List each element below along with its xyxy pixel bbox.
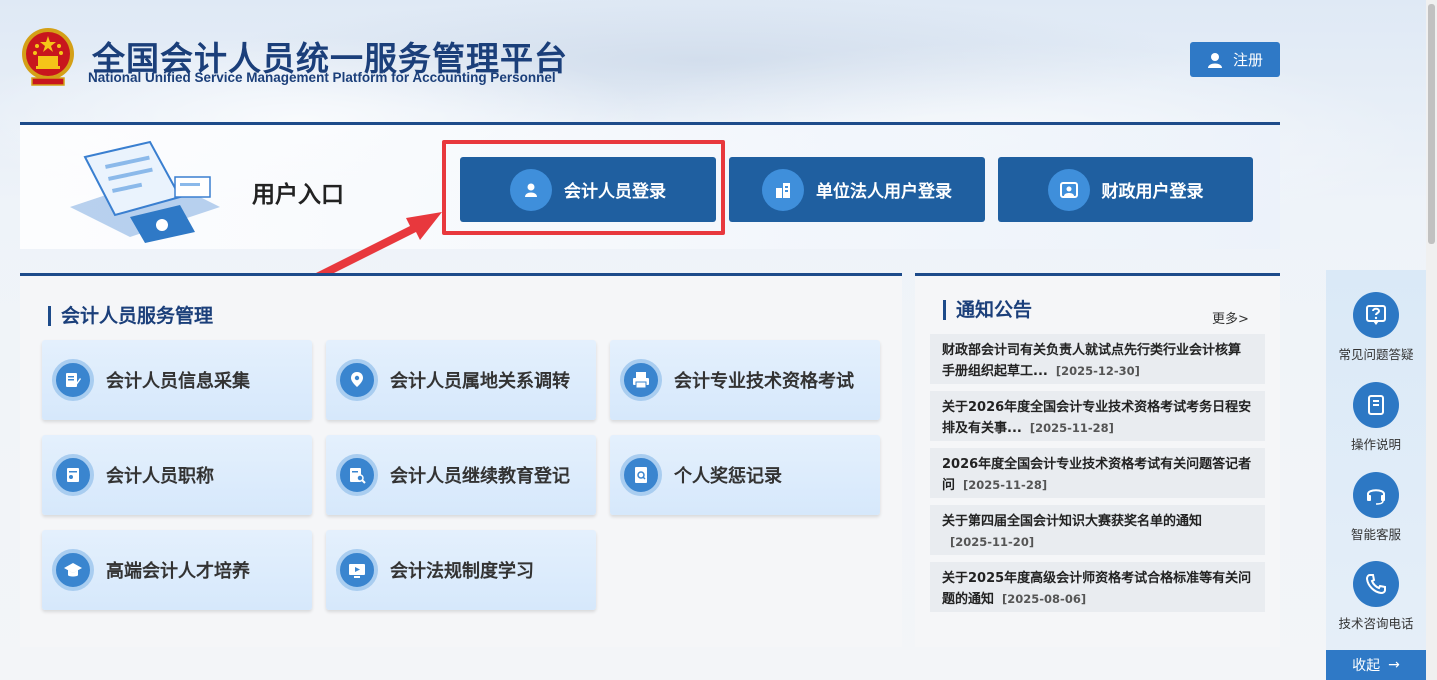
service-label: 会计人员属地关系调转 — [390, 371, 570, 392]
float-faq[interactable]: 常见问题答疑 — [1326, 292, 1426, 363]
finance-user-login-button[interactable]: 财政用户登录 — [998, 157, 1253, 222]
service-senior-talent[interactable]: 高端会计人才培养 — [42, 530, 312, 610]
highlight-frame — [442, 140, 725, 235]
notice-date: [2025-12-30] — [1055, 364, 1140, 378]
float-label: 常见问题答疑 — [1338, 347, 1414, 362]
arrow-right-icon: → — [1388, 657, 1400, 673]
user-icon — [1207, 52, 1222, 68]
finance-user-login-label: 财政用户登录 — [1101, 182, 1204, 202]
notice-title: 通知公告 — [943, 300, 1032, 320]
notice-text: 关于第四届全国会计知识大赛获奖名单的通知 — [942, 514, 1203, 529]
record-search-icon — [620, 454, 662, 496]
notice-panel: 通知公告 更多> 财政部会计司有关负责人就试点先行类行业会计核算手册组织起草工.… — [915, 273, 1280, 647]
float-toolbar: 常见问题答疑 操作说明 智能客服 技术咨询电话 收起 → — [1326, 270, 1426, 680]
float-tech-phone[interactable]: 技术咨询电话 — [1326, 561, 1426, 632]
printer-icon — [620, 359, 662, 401]
service-label: 高端会计人才培养 — [106, 561, 250, 582]
notice-text: 关于2025年度高级会计师资格考试合格标准等有关问题的通知 — [942, 571, 1252, 607]
unit-legal-login-button[interactable]: 单位法人用户登录 — [729, 157, 985, 222]
national-emblem-icon — [22, 28, 74, 86]
notice-date: [2025-11-20] — [950, 535, 1035, 549]
scrollbar-thumb[interactable] — [1428, 4, 1435, 244]
video-play-icon — [336, 549, 378, 591]
building-icon — [762, 168, 804, 211]
notice-date: [2025-11-28] — [963, 478, 1048, 492]
certificate-icon — [52, 454, 94, 496]
site-subtitle: National Unified Service Management Plat… — [88, 70, 556, 85]
notice-more-link[interactable]: 更多> — [1212, 308, 1249, 327]
float-label: 操作说明 — [1350, 437, 1401, 452]
service-professional-title[interactable]: 会计人员职称 — [42, 435, 312, 515]
notice-date: [2025-08-06] — [1002, 592, 1087, 606]
service-label: 会计专业技术资格考试 — [674, 371, 854, 392]
pointer-arrow-icon — [314, 212, 442, 280]
phone-icon — [1353, 561, 1399, 607]
service-label: 个人奖惩记录 — [674, 466, 782, 487]
service-rewards-penalties[interactable]: 个人奖惩记录 — [610, 435, 880, 515]
notice-date: [2025-11-28] — [1029, 421, 1114, 435]
float-manual[interactable]: 操作说明 — [1326, 382, 1426, 453]
register-label: 注册 — [1232, 51, 1263, 69]
location-icon — [336, 359, 378, 401]
service-regulations-study[interactable]: 会计法规制度学习 — [326, 530, 596, 610]
service-territorial-transfer[interactable]: 会计人员属地关系调转 — [326, 340, 596, 420]
entry-illustration-icon — [70, 140, 220, 243]
service-label: 会计人员继续教育登记 — [390, 466, 570, 487]
notice-item[interactable]: 关于第四届全国会计知识大赛获奖名单的通知 [2025-11-20] — [930, 505, 1265, 555]
headset-icon — [1353, 472, 1399, 518]
collapse-label: 收起 — [1352, 658, 1381, 674]
service-label: 会计人员职称 — [106, 466, 214, 487]
notice-item[interactable]: 关于2026年度全国会计专业技术资格考试考务日程安排及有关事... [2025-1… — [930, 391, 1265, 441]
float-smart-service[interactable]: 智能客服 — [1326, 472, 1426, 543]
page-scrollbar[interactable] — [1426, 0, 1437, 680]
notice-item[interactable]: 关于2025年度高级会计师资格考试合格标准等有关问题的通知 [2025-08-06… — [930, 562, 1265, 612]
services-title: 会计人员服务管理 — [48, 306, 213, 326]
portrait-icon — [1047, 168, 1090, 211]
service-label: 会计法规制度学习 — [390, 561, 534, 582]
service-continuing-education[interactable]: 会计人员继续教育登记 — [326, 435, 596, 515]
notice-item[interactable]: 财政部会计司有关负责人就试点先行类行业会计核算手册组织起草工... [2025-1… — [930, 334, 1265, 384]
services-panel: 会计人员服务管理 会计人员信息采集 会计人员属地关系调转 会计专业技术资格考试 … — [20, 273, 902, 647]
register-button[interactable]: 注册 — [1190, 42, 1280, 77]
manual-icon — [1353, 382, 1399, 428]
service-label: 会计人员信息采集 — [106, 371, 250, 392]
collapse-button[interactable]: 收起 → — [1326, 650, 1426, 680]
graduation-cap-icon — [52, 549, 94, 591]
doc-search-icon — [336, 454, 378, 496]
service-qualification-exam[interactable]: 会计专业技术资格考试 — [610, 340, 880, 420]
notice-item[interactable]: 2026年度全国会计专业技术资格考试有关问题答记者问 [2025-11-28] — [930, 448, 1265, 498]
float-label: 智能客服 — [1350, 527, 1401, 542]
service-info-collection[interactable]: 会计人员信息采集 — [42, 340, 312, 420]
question-icon — [1353, 292, 1399, 338]
unit-legal-login-label: 单位法人用户登录 — [816, 182, 952, 202]
float-label: 技术咨询电话 — [1338, 616, 1414, 631]
edit-doc-icon — [52, 359, 94, 401]
